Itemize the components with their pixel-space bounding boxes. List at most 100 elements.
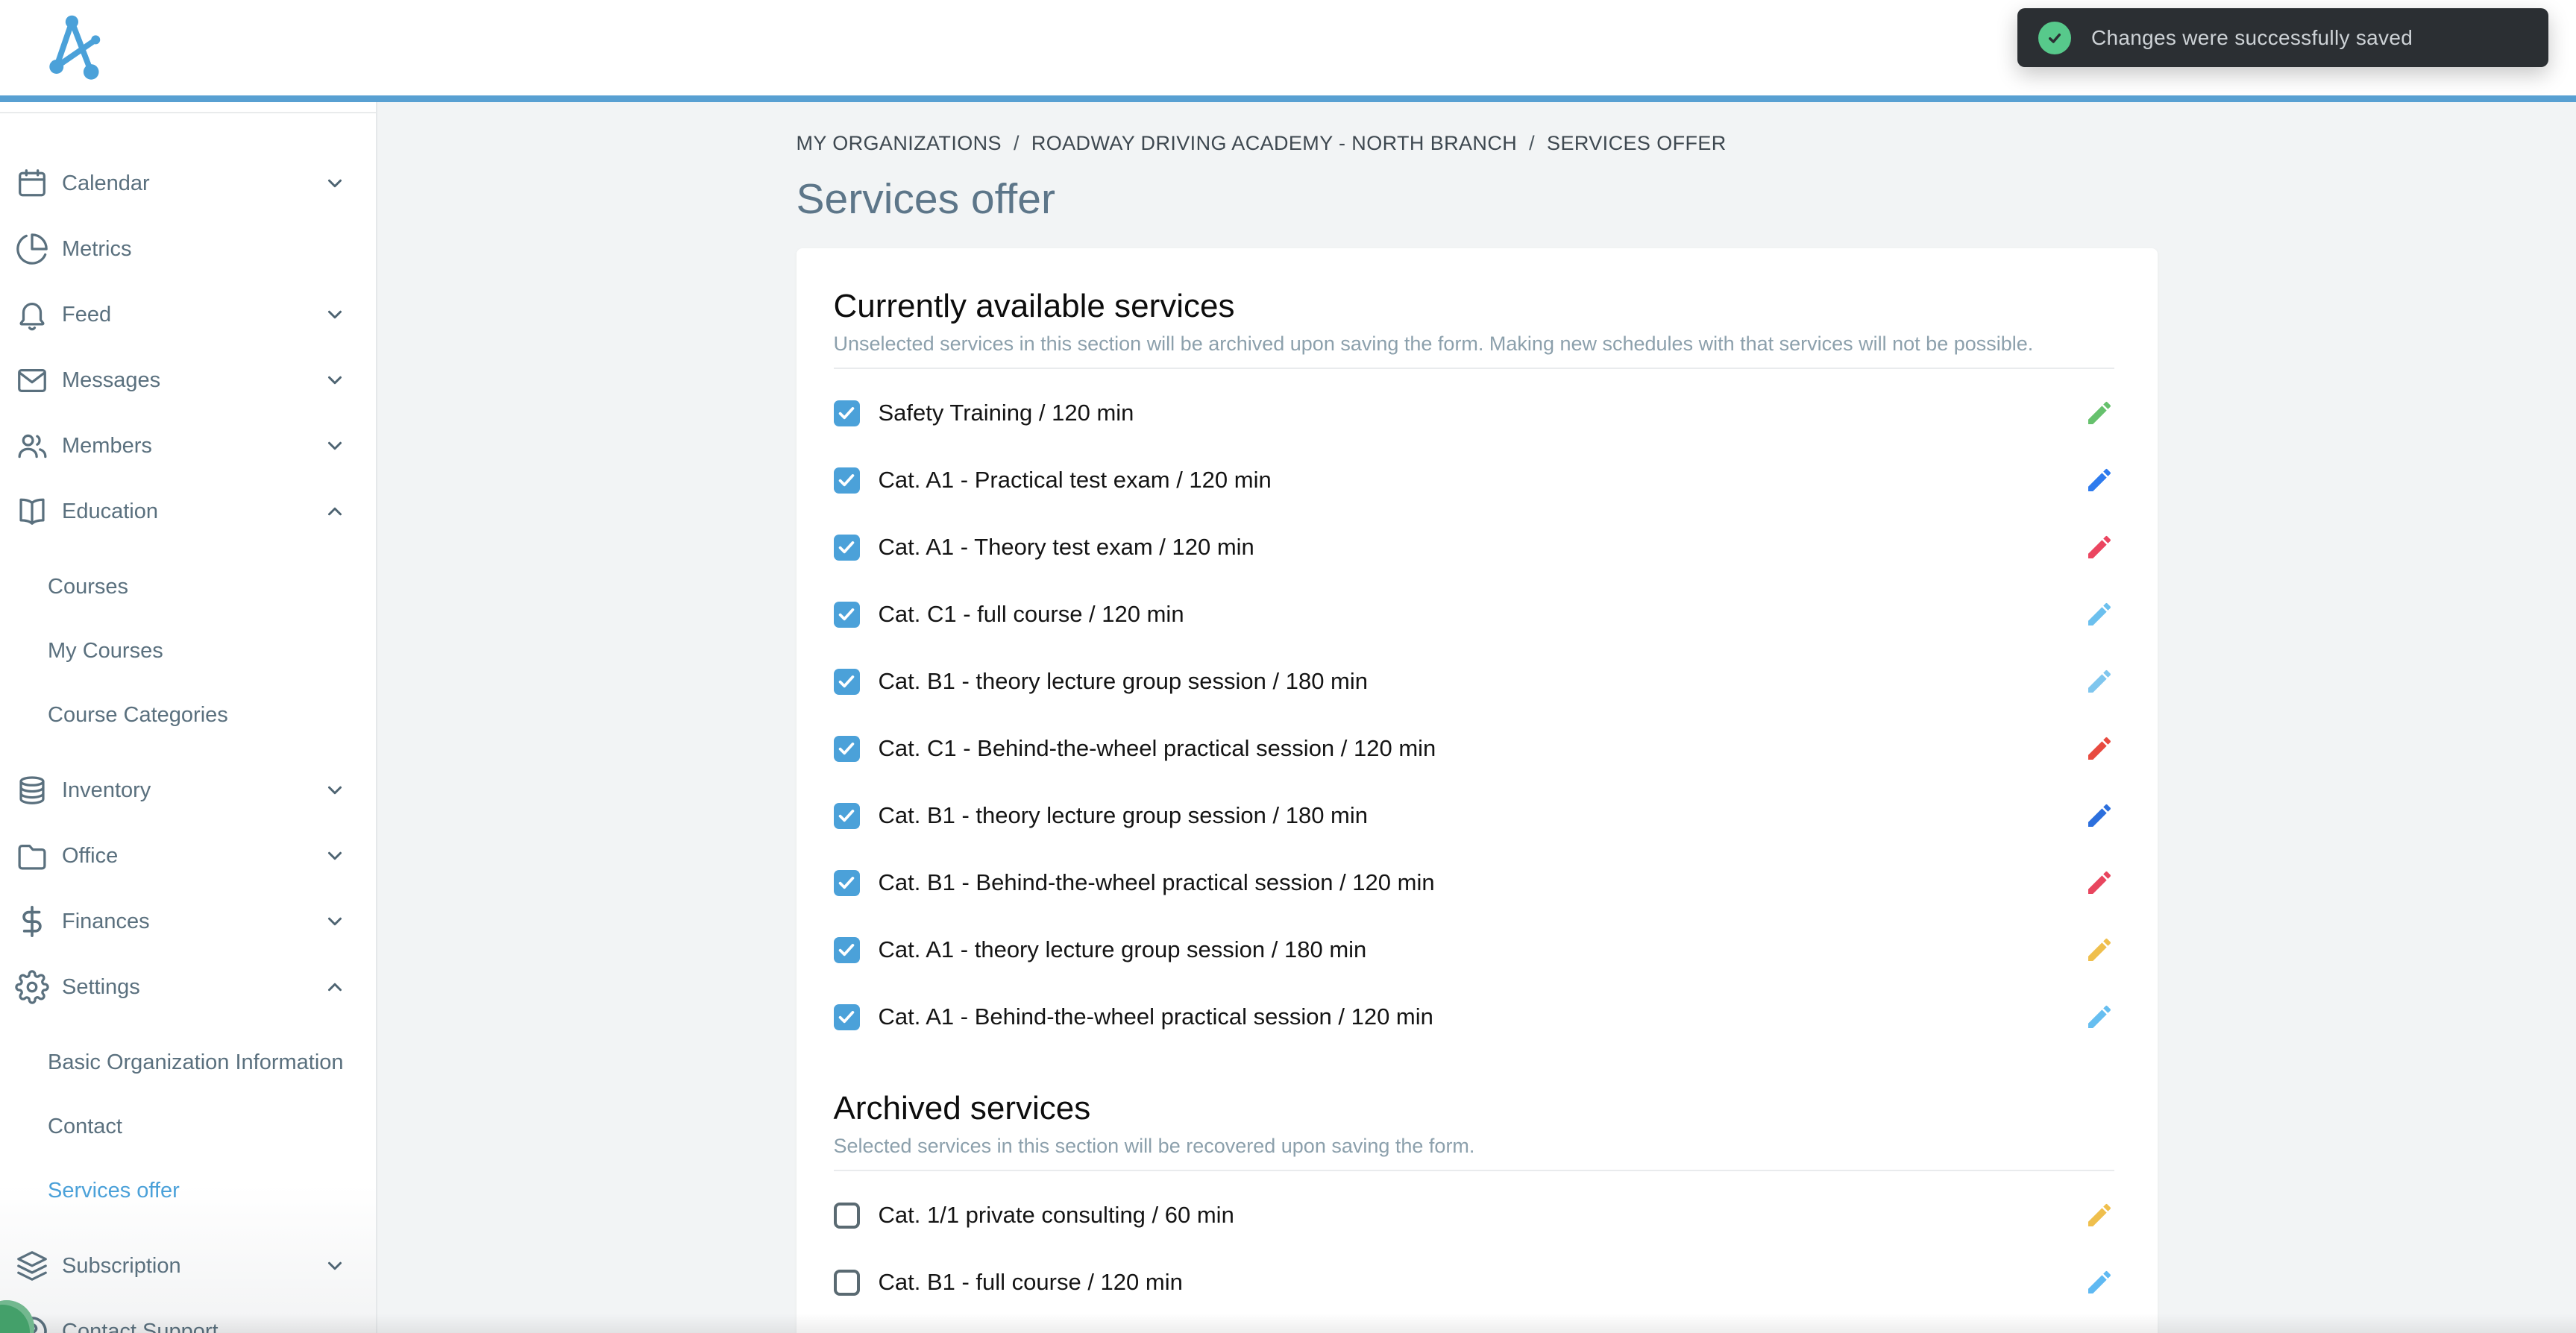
service-label: Cat. A1 - theory lecture group session /… xyxy=(878,936,1367,963)
service-checkbox[interactable] xyxy=(833,668,860,695)
edit-service-button[interactable] xyxy=(2085,532,2114,562)
edit-service-button[interactable] xyxy=(2085,465,2114,495)
service-label: Cat. B1 - theory lecture group session /… xyxy=(878,802,1369,829)
sidebar-item-label: Subscription xyxy=(62,1253,181,1278)
chevron-up-icon xyxy=(324,500,346,523)
chevron-down-icon xyxy=(324,779,346,801)
service-checkbox[interactable] xyxy=(833,802,860,829)
sidebar-item-office[interactable]: Office xyxy=(0,823,376,889)
sidebar-item-inventory[interactable]: Inventory xyxy=(0,757,376,823)
service-row: Cat. B1 - full course / 120 min xyxy=(833,1249,2114,1316)
service-checkbox[interactable] xyxy=(833,936,860,963)
book-icon xyxy=(15,494,49,529)
sidebar: Calendar Metrics Feed Messages Members E… xyxy=(0,102,377,1333)
breadcrumb-separator: / xyxy=(1529,132,1536,154)
service-label: Cat. A1 - Practical test exam / 120 min xyxy=(878,467,1272,494)
edit-service-button[interactable] xyxy=(2085,1002,2114,1032)
archived-services-list: Cat. 1/1 private consulting / 60 min Cat… xyxy=(833,1171,2114,1316)
accent-top-bar xyxy=(0,95,2576,102)
edit-service-button[interactable] xyxy=(2085,1267,2114,1297)
sidebar-item-calendar[interactable]: Calendar xyxy=(0,151,376,216)
sidebar-subitem-basic-organization-information[interactable]: Basic Organization Information xyxy=(0,1030,376,1094)
service-checkbox[interactable] xyxy=(833,601,860,628)
service-label: Cat. C1 - Behind-the-wheel practical ses… xyxy=(878,735,1436,762)
service-checkbox[interactable] xyxy=(833,534,860,561)
sidebar-item-label: Feed xyxy=(62,302,112,327)
service-checkbox[interactable] xyxy=(833,1202,860,1229)
edit-service-button[interactable] xyxy=(2085,935,2114,965)
sidebar-item-finances[interactable]: Finances xyxy=(0,889,376,954)
edit-service-button[interactable] xyxy=(2085,666,2114,696)
edit-service-button[interactable] xyxy=(2085,599,2114,629)
archived-section-title: Archived services xyxy=(833,1090,1091,1127)
service-label: Safety Training / 120 min xyxy=(878,400,1134,426)
breadcrumb-item-1[interactable]: ROADWAY DRIVING ACADEMY - NORTH BRANCH xyxy=(1031,132,1517,155)
service-checkbox[interactable] xyxy=(833,400,860,426)
edit-service-button[interactable] xyxy=(2085,801,2114,831)
edit-service-button[interactable] xyxy=(2085,398,2114,428)
service-checkbox[interactable] xyxy=(833,467,860,494)
layers-icon xyxy=(15,1249,49,1283)
toast-notification: Changes were successfully saved xyxy=(2017,8,2548,67)
sidebar-item-feed[interactable]: Feed xyxy=(0,282,376,347)
edit-service-button[interactable] xyxy=(2085,734,2114,763)
gear-icon xyxy=(15,970,49,1004)
metrics-icon xyxy=(15,232,49,266)
pencil-icon xyxy=(2087,1271,2111,1294)
services-card: Currently available services Unselected … xyxy=(796,248,2158,1333)
sidebar-item-label: Office xyxy=(62,843,119,868)
sidebar-item-education[interactable]: Education xyxy=(0,479,376,544)
chevron-down-icon xyxy=(324,369,346,391)
sidebar-item-contact-support[interactable]: Contact Support xyxy=(0,1299,376,1333)
service-row: Cat. A1 - Behind-the-wheel practical ses… xyxy=(833,983,2114,1050)
sidebar-item-metrics[interactable]: Metrics xyxy=(0,216,376,282)
check-circle-icon xyxy=(2038,21,2071,54)
sidebar-item-members[interactable]: Members xyxy=(0,413,376,479)
folder-icon xyxy=(15,839,49,873)
service-checkbox[interactable] xyxy=(833,735,860,762)
service-label: Cat. C1 - full course / 120 min xyxy=(878,601,1184,628)
archived-section: Archived services Selected services in t… xyxy=(833,1089,2114,1316)
service-checkbox[interactable] xyxy=(833,1269,860,1296)
pencil-icon xyxy=(2087,804,2111,828)
service-label: Cat. 1/1 private consulting / 60 min xyxy=(878,1202,1234,1229)
pencil-icon xyxy=(2087,939,2111,962)
pencil-icon xyxy=(2087,603,2111,626)
breadcrumb-item-0[interactable]: MY ORGANIZATIONS xyxy=(797,132,1002,155)
sidebar-subitem-my-courses[interactable]: My Courses xyxy=(0,619,376,683)
sidebar-sublist-settings: Basic Organization Information Contact Ser… xyxy=(0,1030,376,1223)
sidebar-subitem-course-categories[interactable]: Course Categories xyxy=(0,683,376,747)
service-checkbox[interactable] xyxy=(833,1003,860,1030)
app-logo[interactable] xyxy=(46,10,110,82)
sidebar-item-settings[interactable]: Settings xyxy=(0,954,376,1020)
service-label: Cat. B1 - Behind-the-wheel practical ses… xyxy=(878,869,1435,896)
service-label: Cat. A1 - Theory test exam / 120 min xyxy=(878,534,1254,561)
service-row: Cat. B1 - Behind-the-wheel practical ses… xyxy=(833,849,2114,916)
envelope-icon xyxy=(15,363,49,397)
sidebar-subitem-services-offer[interactable]: Services offer xyxy=(0,1159,376,1223)
sidebar-subitem-courses[interactable]: Courses xyxy=(0,555,376,619)
main-content: MY ORGANIZATIONS / ROADWAY DRIVING ACADEMY… xyxy=(377,102,2576,1333)
pencil-icon xyxy=(2087,536,2111,559)
sidebar-item-label: Members xyxy=(62,433,152,458)
available-services-list: Safety Training / 120 min Cat. A1 - Prac… xyxy=(833,369,2114,1050)
chevron-down-icon xyxy=(324,435,346,457)
sidebar-subitem-contact[interactable]: Contact xyxy=(0,1094,376,1159)
pencil-icon xyxy=(2087,872,2111,895)
chevron-down-icon xyxy=(324,303,346,326)
pencil-icon xyxy=(2087,1006,2111,1029)
service-row: Cat. C1 - Behind-the-wheel practical ses… xyxy=(833,715,2114,782)
sidebar-item-label: Metrics xyxy=(62,236,132,261)
edit-service-button[interactable] xyxy=(2085,868,2114,898)
dollar-icon xyxy=(15,904,49,939)
sidebar-item-subscription[interactable]: Subscription xyxy=(0,1233,376,1299)
service-checkbox[interactable] xyxy=(833,869,860,896)
chevron-none-icon xyxy=(324,1320,346,1333)
chevron-down-icon xyxy=(324,910,346,933)
edit-service-button[interactable] xyxy=(2085,1200,2114,1230)
service-label: Cat. B1 - theory lecture group session /… xyxy=(878,668,1369,695)
service-label: Cat. B1 - full course / 120 min xyxy=(878,1269,1183,1296)
pencil-icon xyxy=(2087,402,2111,425)
sidebar-item-messages[interactable]: Messages xyxy=(0,347,376,413)
service-row: Safety Training / 120 min xyxy=(833,379,2114,447)
